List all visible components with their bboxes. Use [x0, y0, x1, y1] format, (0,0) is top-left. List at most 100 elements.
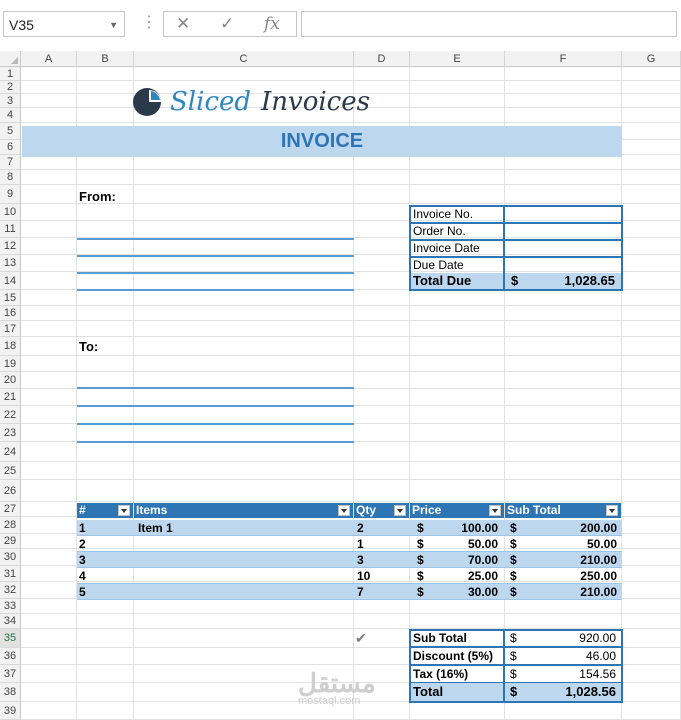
- filter-dropdown-icon[interactable]: [394, 505, 406, 516]
- totals-box-divider: [503, 683, 505, 703]
- table-cell-subtotal-currency: $: [510, 553, 517, 567]
- from-line-1: [77, 238, 354, 240]
- table-cell-subtotal: 210.00: [580, 553, 617, 567]
- filter-dropdown-icon[interactable]: [489, 505, 501, 516]
- to-line-2: [77, 405, 354, 407]
- row-header-35[interactable]: 35: [0, 629, 21, 648]
- chevron-down-icon[interactable]: ▼: [109, 12, 118, 38]
- row-header-39[interactable]: 39: [0, 702, 21, 720]
- row-header-19[interactable]: 19: [0, 356, 21, 372]
- row-header-36[interactable]: 36: [0, 648, 21, 665]
- row-header-29[interactable]: 29: [0, 534, 21, 549]
- row-header-5[interactable]: 5: [0, 123, 21, 140]
- row-header-20[interactable]: 20: [0, 372, 21, 389]
- row-header-16[interactable]: 16: [0, 306, 21, 321]
- row-header-32[interactable]: 32: [0, 582, 21, 599]
- table-cell-price[interactable]: 70.00: [430, 552, 498, 568]
- row-header-21[interactable]: 21: [0, 389, 21, 406]
- row-header-4[interactable]: 4: [0, 108, 21, 123]
- more-options-icon[interactable]: ⋮: [141, 12, 157, 34]
- column-header-g[interactable]: G: [622, 51, 681, 67]
- row-header-24[interactable]: 24: [0, 442, 21, 462]
- row-header-2[interactable]: 2: [0, 81, 21, 94]
- row-header-25[interactable]: 25: [0, 462, 21, 480]
- row-header-28[interactable]: 28: [0, 517, 21, 534]
- table-cell-price[interactable]: 30.00: [430, 584, 498, 600]
- info-label-1: Order No.: [413, 224, 466, 238]
- column-header-c[interactable]: C: [134, 51, 354, 67]
- row-header-22[interactable]: 22: [0, 406, 21, 424]
- row-header-1[interactable]: 1: [0, 67, 21, 81]
- row-header-7[interactable]: 7: [0, 155, 21, 170]
- to-line-3: [77, 423, 354, 425]
- table-cell-qty[interactable]: 2: [357, 520, 364, 536]
- row-header-9[interactable]: 9: [0, 185, 21, 204]
- totals-label-1: Discount (5%): [413, 649, 494, 663]
- row-header-8[interactable]: 8: [0, 170, 21, 185]
- logo: Sliced Invoices: [132, 87, 372, 121]
- row-header-3[interactable]: 3: [0, 94, 21, 108]
- row-header-38[interactable]: 38: [0, 683, 21, 702]
- row-header-26[interactable]: 26: [0, 480, 21, 502]
- table-cell-price[interactable]: 100.00: [430, 520, 498, 536]
- row-header-14[interactable]: 14: [0, 272, 21, 290]
- totals-box-divider: [503, 629, 505, 647]
- table-cell-qty[interactable]: 7: [357, 584, 364, 600]
- row-header-37[interactable]: 37: [0, 665, 21, 683]
- table-cell-price[interactable]: 50.00: [430, 536, 498, 552]
- row-header-11[interactable]: 11: [0, 221, 21, 238]
- row-header-15[interactable]: 15: [0, 290, 21, 306]
- row-header-23[interactable]: 23: [0, 424, 21, 442]
- row-header-31[interactable]: 31: [0, 566, 21, 582]
- table-header-price: Price: [410, 503, 504, 518]
- column-header-f[interactable]: F: [505, 51, 622, 67]
- gridline-vertical: [504, 67, 505, 720]
- table-cell-price-currency: $: [417, 521, 424, 535]
- info-label-2: Invoice Date: [413, 241, 480, 255]
- name-box[interactable]: V35 ▼: [3, 11, 125, 37]
- row-header-12[interactable]: 12: [0, 238, 21, 255]
- table-cell-subtotal-currency: $: [510, 521, 517, 535]
- row-header-18[interactable]: 18: [0, 337, 21, 356]
- table-cell-price[interactable]: 25.00: [430, 568, 498, 584]
- column-header-d[interactable]: D: [354, 51, 410, 67]
- row-header-13[interactable]: 13: [0, 255, 21, 272]
- formula-actions: ✕ ✓ fx: [163, 11, 297, 37]
- table-cell-num: 1: [79, 521, 86, 535]
- cancel-icon[interactable]: ✕: [176, 14, 190, 34]
- gridline-horizontal: [21, 501, 681, 502]
- check-icon[interactable]: ✓: [220, 14, 234, 34]
- table-cell-subtotal-currency: $: [510, 537, 517, 551]
- function-icon[interactable]: fx: [264, 14, 280, 34]
- column-header-b[interactable]: B: [77, 51, 134, 67]
- row-header-27[interactable]: 27: [0, 502, 21, 517]
- totals-value-0: 920.00: [579, 631, 616, 645]
- total-due-currency: $: [511, 273, 519, 288]
- filter-dropdown-icon[interactable]: [338, 505, 350, 516]
- row-header-10[interactable]: 10: [0, 204, 21, 221]
- total-due-value: 1,028.65: [564, 273, 615, 288]
- row-header-17[interactable]: 17: [0, 321, 21, 337]
- table-cell-price-currency: $: [417, 569, 424, 583]
- row-header-33[interactable]: 33: [0, 599, 21, 614]
- totals-value-3: 1,028.56: [565, 684, 616, 699]
- table-cell-item[interactable]: Item 1: [138, 520, 173, 536]
- table-cell-qty[interactable]: 1: [357, 536, 364, 552]
- table-cell-qty[interactable]: 10: [357, 568, 370, 584]
- info-label-0: Invoice No.: [413, 207, 474, 221]
- row-header-6[interactable]: 6: [0, 140, 21, 155]
- totals-box-divider: [503, 665, 505, 683]
- column-header-e[interactable]: E: [410, 51, 505, 67]
- row-header-34[interactable]: 34: [0, 614, 21, 629]
- table-cell-price-currency: $: [417, 585, 424, 599]
- filter-dropdown-icon[interactable]: [118, 505, 130, 516]
- filter-dropdown-icon[interactable]: [606, 505, 618, 516]
- gridline-vertical: [409, 67, 410, 720]
- table-cell-qty[interactable]: 3: [357, 552, 364, 568]
- column-header-a[interactable]: A: [21, 51, 77, 67]
- table-cell-num: 4: [79, 569, 86, 583]
- formula-input[interactable]: [301, 11, 677, 37]
- row-header-30[interactable]: 30: [0, 549, 21, 566]
- select-all-corner[interactable]: [0, 51, 21, 67]
- info-label-3: Due Date: [413, 258, 464, 272]
